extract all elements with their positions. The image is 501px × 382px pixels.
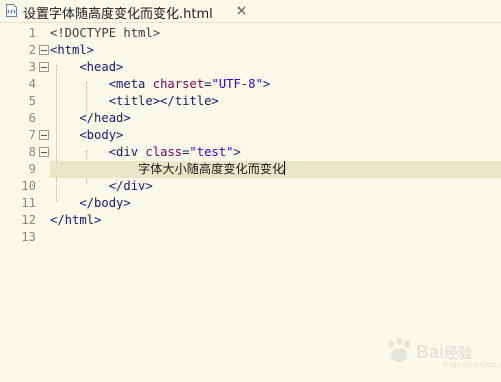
line-number: 9	[28, 162, 36, 176]
tab-title: 设置字体随高度变化而变化.html	[23, 7, 213, 22]
code-line[interactable]: 4 <meta charset="UTF-8">	[0, 76, 501, 93]
code-token-attr: charset	[152, 77, 205, 91]
code-text: <!DOCTYPE html>	[50, 25, 160, 42]
code-token-val: "test"	[189, 145, 234, 159]
line-number: 4	[28, 77, 36, 91]
code-token-tag: <head>	[50, 60, 124, 74]
baidu-watermark: Bai经验 jingyan.baidu.com	[378, 330, 501, 374]
code-line[interactable]: 2 <html>	[0, 42, 501, 59]
code-token-tag: >	[262, 77, 271, 91]
tab-bar: 设置字体随高度变化而变化.html	[0, 0, 501, 23]
code-text: <head>	[50, 59, 123, 76]
code-token-tag: </body>	[50, 196, 131, 210]
code-line[interactable]: 1 <!DOCTYPE html>	[0, 25, 501, 42]
line-number: 12	[21, 213, 36, 227]
line-number: 1	[28, 26, 36, 40]
code-text: <div class="test">	[50, 144, 241, 161]
fold-collapse-icon[interactable]	[39, 130, 49, 140]
code-line[interactable]: 10 </div>	[0, 178, 501, 195]
fold-collapse-icon[interactable]	[39, 62, 49, 72]
code-line[interactable]: 7 <body>	[0, 127, 501, 144]
code-editor[interactable]: 1 <!DOCTYPE html> 2 <html> 3 <head> 4 <meta c…	[0, 23, 501, 382]
code-line[interactable]: 13	[0, 229, 501, 246]
code-token-tag: </div>	[50, 179, 153, 193]
code-token-tag: >	[233, 145, 241, 159]
code-line[interactable]: 11 </body>	[0, 195, 501, 212]
code-line[interactable]: 8 <div class="test">	[0, 144, 501, 161]
code-text: <html>	[50, 42, 94, 59]
text-cursor	[284, 161, 286, 175]
code-text: 字体大小随高度变化而变化	[50, 161, 286, 178]
html-file-icon	[6, 4, 17, 17]
code-text: </html>	[50, 212, 101, 229]
line-number: 3	[28, 60, 36, 74]
code-line[interactable]: 5 <title></title>	[0, 93, 501, 110]
code-text: </div>	[50, 178, 153, 195]
code-token-tag: <title></title>	[50, 94, 219, 108]
code-line[interactable]: 12 </html>	[0, 212, 501, 229]
code-text: </body>	[50, 195, 131, 212]
code-token-doctype: <!DOCTYPE html>	[50, 26, 161, 40]
line-number: 6	[28, 111, 36, 125]
code-text: <title></title>	[50, 93, 219, 110]
code-text: <body>	[50, 127, 123, 144]
line-number: 13	[21, 230, 36, 244]
editor-window: 设置字体随高度变化而变化.html 1 <!DOCTYPE html> 2 <html…	[0, 0, 501, 382]
code-line[interactable]: 6 </head>	[0, 110, 501, 127]
code-token-text: 字体大小随高度变化而变化	[138, 162, 285, 176]
watermark-sub-text: jingyan.baidu.com	[442, 360, 501, 369]
line-number: 10	[21, 179, 36, 193]
code-text: <meta charset="UTF-8">	[50, 76, 270, 93]
code-token-tag: </html>	[50, 213, 102, 227]
code-token-tag: <html>	[50, 43, 95, 57]
line-number: 7	[28, 128, 36, 142]
code-token-tag	[50, 162, 138, 176]
code-token-attr: class	[145, 145, 183, 159]
code-token-tag: <meta	[50, 77, 153, 91]
line-number: 2	[28, 43, 36, 57]
code-token-tag: <div	[50, 145, 146, 159]
line-number: 11	[21, 196, 36, 210]
code-line[interactable]: 3 <head>	[0, 59, 501, 76]
code-token-tag: <body>	[50, 128, 124, 142]
fold-collapse-icon[interactable]	[39, 147, 49, 157]
code-line[interactable]: 9 字体大小随高度变化而变化	[0, 161, 501, 178]
code-text: </head>	[50, 110, 131, 127]
close-icon[interactable]	[236, 5, 247, 16]
code-token-val: "UTF-8"	[211, 77, 263, 91]
code-token-tag: </head>	[50, 111, 131, 125]
tab-html-file[interactable]: 设置字体随高度变化而变化.html	[0, 0, 250, 22]
baidu-paw-icon	[388, 337, 410, 362]
line-number: 8	[28, 145, 36, 159]
line-number: 5	[28, 94, 36, 108]
fold-collapse-icon[interactable]	[39, 45, 49, 55]
